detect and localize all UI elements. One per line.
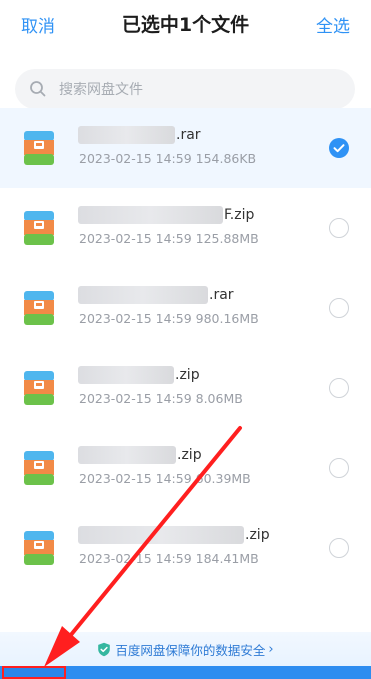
archive-file-icon [24, 291, 54, 325]
search-icon [30, 81, 46, 97]
blurred-filename [78, 366, 174, 384]
file-name: .rar [78, 284, 234, 306]
archive-file-icon [24, 131, 54, 165]
blurred-filename [78, 126, 175, 144]
search-placeholder: 搜索网盘文件 [59, 82, 143, 98]
checkbox-unchecked[interactable] [329, 538, 349, 558]
file-name: .zip [78, 364, 200, 386]
file-name: .rar [78, 124, 201, 146]
blurred-filename [78, 206, 223, 224]
file-meta: 2023-02-15 14:59 184.41MB [79, 551, 259, 566]
highlighted-bottom-button[interactable] [2, 666, 66, 679]
file-row[interactable]: F.zip 2023-02-15 14:59 125.88MB [0, 188, 371, 268]
chevron-right-icon: › [268, 642, 274, 657]
blurred-filename [78, 446, 176, 464]
checkbox-checked[interactable] [329, 138, 349, 158]
security-notice[interactable]: 百度网盘保障你的数据安全 › [0, 632, 371, 666]
file-name: .zip [78, 444, 202, 466]
checkbox-unchecked[interactable] [329, 298, 349, 318]
search-input[interactable]: 搜索网盘文件 [15, 69, 355, 109]
top-bar: 取消 已选中1个文件 全选 [0, 0, 371, 50]
archive-file-icon [24, 451, 54, 485]
file-row[interactable]: .rar 2023-02-15 14:59 154.86KB [0, 108, 371, 188]
file-meta: 2023-02-15 14:59 154.86KB [79, 151, 257, 166]
file-row[interactable]: .zip 2023-02-15 14:59 60.39MB [0, 428, 371, 508]
file-meta: 2023-02-15 14:59 125.88MB [79, 231, 259, 246]
file-meta: 2023-02-15 14:59 8.06MB [79, 391, 243, 406]
archive-file-icon [24, 371, 54, 405]
blurred-filename [78, 526, 244, 544]
shield-icon [98, 642, 111, 657]
blurred-filename [78, 286, 208, 304]
file-meta: 2023-02-15 14:59 60.39MB [79, 471, 251, 486]
file-extension: F.zip [224, 207, 255, 223]
select-all-button[interactable]: 全选 [316, 12, 350, 37]
file-list: .rar 2023-02-15 14:59 154.86KB F.zip 202… [0, 108, 371, 588]
checkbox-unchecked[interactable] [329, 218, 349, 238]
file-extension: .zip [245, 527, 270, 543]
archive-file-icon [24, 531, 54, 565]
file-meta: 2023-02-15 14:59 980.16MB [79, 311, 259, 326]
file-row[interactable]: .zip 2023-02-15 14:59 184.41MB [0, 508, 371, 588]
file-name: .zip [78, 524, 270, 546]
checkmark-icon [333, 144, 345, 153]
file-name: F.zip [78, 204, 254, 226]
file-extension: .rar [176, 127, 201, 143]
checkbox-unchecked[interactable] [329, 378, 349, 398]
checkbox-unchecked[interactable] [329, 458, 349, 478]
file-extension: .rar [209, 287, 234, 303]
file-extension: .zip [175, 367, 200, 383]
archive-file-icon [24, 211, 54, 245]
file-row[interactable]: .rar 2023-02-15 14:59 980.16MB [0, 268, 371, 348]
file-row[interactable]: .zip 2023-02-15 14:59 8.06MB [0, 348, 371, 428]
file-extension: .zip [177, 447, 202, 463]
security-notice-text: 百度网盘保障你的数据安全 [115, 643, 266, 658]
